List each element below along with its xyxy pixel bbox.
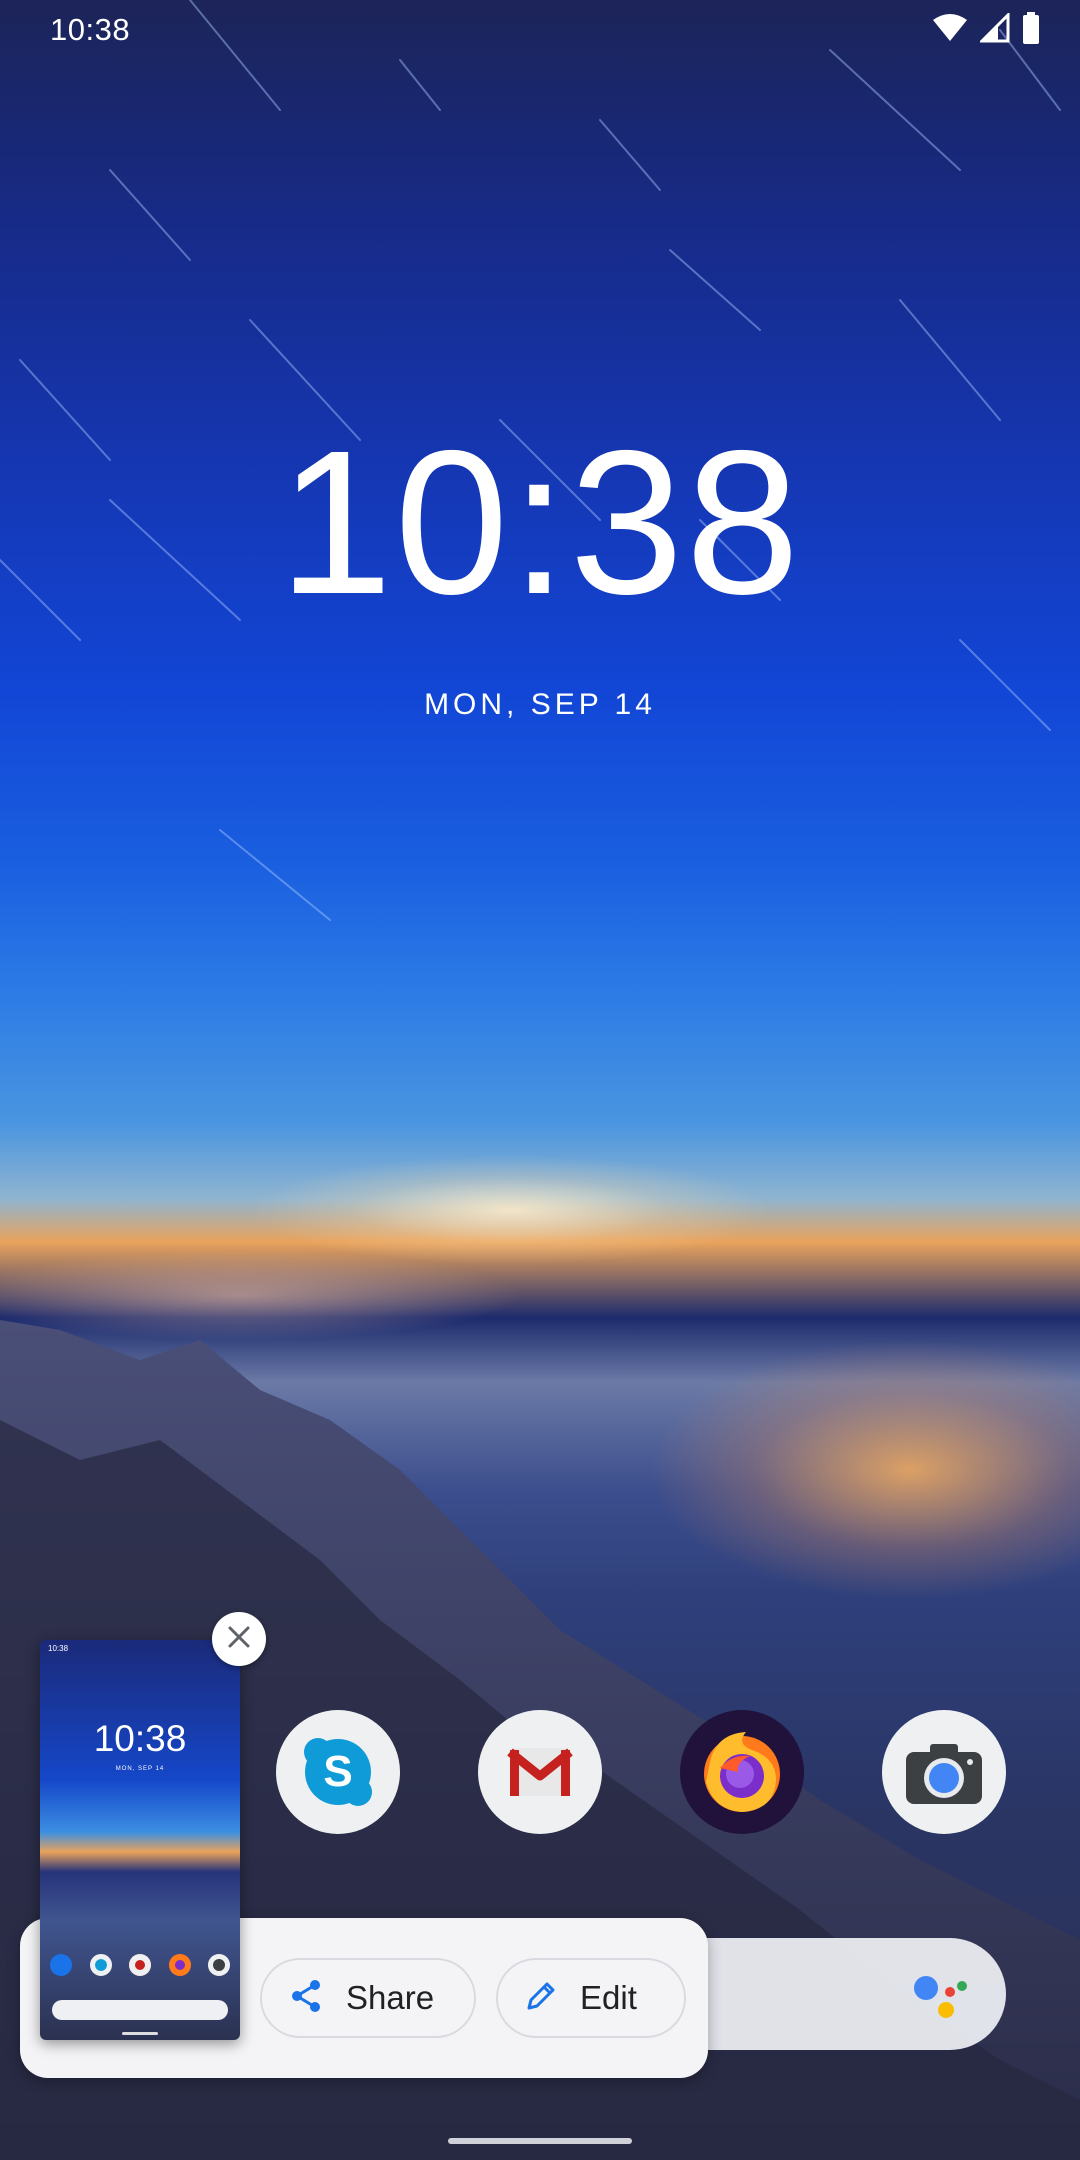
share-label: Share — [346, 1979, 435, 2016]
firefox-icon — [680, 1710, 804, 1834]
close-icon — [226, 1624, 252, 1655]
firefox-app-icon[interactable] — [680, 1710, 804, 1834]
thumbnail-firefox-icon — [168, 1954, 191, 1976]
camera-icon — [882, 1710, 1006, 1834]
thumbnail-date: MON, SEP 14 — [115, 1766, 165, 1772]
thumbnail-phone-icon — [50, 1954, 72, 1976]
gesture-nav-handle[interactable] — [448, 2138, 632, 2144]
lockscreen-date: MON, SEP 14 — [424, 688, 656, 721]
home-screen: 10:38 10:38 MON, SEP 14 S Share Edit 10:… — [0, 0, 1080, 2160]
skype-app-icon[interactable]: S — [276, 1710, 400, 1834]
dismiss-screenshot-button[interactable] — [212, 1612, 266, 1666]
edit-label: Edit — [580, 1979, 637, 2016]
skype-icon: S — [276, 1710, 400, 1834]
gmail-icon — [478, 1710, 602, 1834]
thumbnail-dock — [50, 1954, 230, 1976]
wifi-icon — [932, 13, 968, 48]
share-icon — [288, 1978, 324, 2019]
status-bar-time: 10:38 — [50, 12, 131, 47]
camera-app-icon[interactable] — [882, 1710, 1006, 1834]
screenshot-thumbnail[interactable]: 10:38 10:38 MON, SEP 14 — [40, 1640, 240, 2040]
thumbnail-camera-icon — [208, 1954, 230, 1976]
gmail-app-icon[interactable] — [478, 1710, 602, 1834]
thumbnail-clock: 10:38 — [93, 1718, 187, 1759]
lockscreen-clock: 10:38 — [278, 408, 802, 637]
share-button[interactable]: Share — [260, 1958, 476, 2038]
thumbnail-search-bar — [52, 2000, 228, 2020]
thumbnail-gmail-icon — [129, 1954, 151, 1976]
edit-button[interactable]: Edit — [496, 1958, 686, 2038]
svg-text:S: S — [323, 1747, 352, 1796]
thumbnail-nav-handle — [122, 2032, 158, 2035]
thumbnail-status-time: 10:38 — [48, 1644, 69, 1653]
status-bar-icons — [932, 11, 1040, 49]
wallpaper-glow — [250, 1155, 770, 1265]
pencil-icon — [524, 1979, 558, 2018]
cell-signal-icon — [978, 11, 1010, 48]
google-assistant-icon[interactable] — [910, 1966, 970, 2026]
thumbnail-skype-icon — [89, 1954, 112, 1976]
battery-icon — [1022, 12, 1040, 49]
